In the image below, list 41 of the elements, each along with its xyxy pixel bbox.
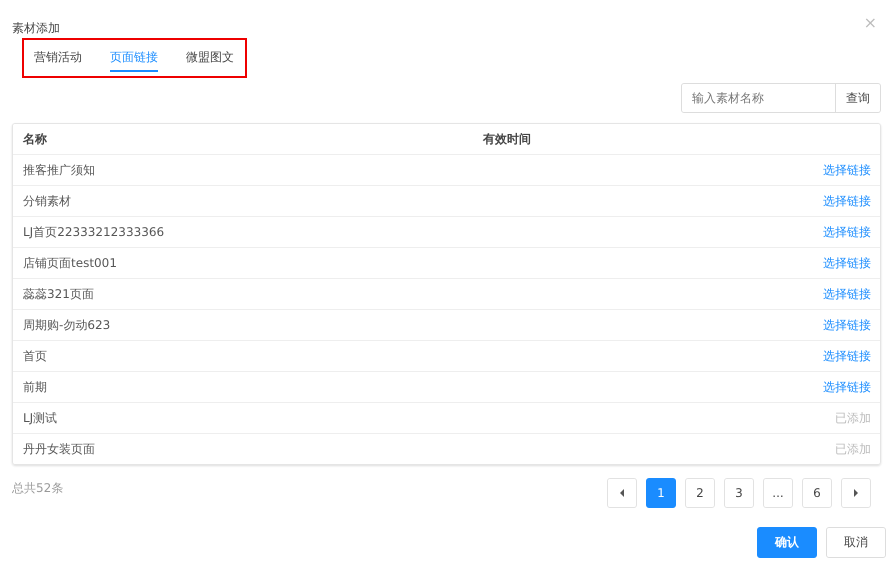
confirm-button[interactable]: 确认 — [757, 527, 817, 558]
tab[interactable]: 营销活动 — [34, 44, 82, 72]
search-button[interactable]: 查询 — [836, 83, 881, 113]
cancel-button[interactable]: 取消 — [826, 527, 886, 558]
table-cell-text: 店铺页面test001 — [23, 254, 118, 272]
page-button[interactable]: 2 — [685, 478, 715, 508]
select-link[interactable]: 选择链接 — [823, 378, 871, 396]
column-header: 名称 — [23, 130, 48, 148]
next-page-button[interactable] — [841, 478, 871, 508]
previous-page-button[interactable] — [607, 478, 637, 508]
table-cell-text: 推客推广须知 — [23, 162, 96, 178]
table-cell-text: 前期 — [23, 378, 48, 396]
table-cell-text: 首页 — [23, 348, 48, 364]
select-link[interactable]: 选择链接 — [823, 316, 871, 334]
table-cell-text: LJ测试 — [23, 410, 58, 426]
table-cell-text: 丹丹女装页面 — [23, 440, 96, 458]
table-cell-text: LJ首页22333212333366 — [23, 224, 166, 240]
table-cell-text: 分销素材 — [23, 192, 72, 210]
total-count: 总共52条 — [12, 480, 64, 497]
added-label: 已添加 — [835, 410, 871, 426]
tab[interactable]: 微盟图文 — [186, 44, 234, 72]
select-link[interactable]: 选择链接 — [823, 224, 871, 240]
page-button[interactable]: 6 — [802, 478, 832, 508]
search-field[interactable]: 输入素材名称 — [681, 83, 836, 113]
select-link[interactable]: 选择链接 — [823, 192, 871, 210]
tab[interactable]: 页面链接 — [110, 44, 158, 72]
added-label: 已添加 — [835, 440, 871, 458]
page-button[interactable]: ... — [763, 478, 793, 508]
right-triangle-icon — [853, 489, 859, 497]
select-link[interactable]: 选择链接 — [823, 348, 871, 364]
close-button[interactable]: × — [864, 12, 877, 32]
column-header: 有效时间 — [483, 130, 532, 148]
table-cell-text: 周期购-勿动623 — [23, 316, 112, 334]
left-triangle-icon — [619, 489, 625, 497]
select-link[interactable]: 选择链接 — [823, 254, 871, 272]
dialog-title: 素材添加 — [12, 20, 60, 36]
page-button[interactable]: 1 — [646, 478, 676, 508]
table-cell-text: 蕊蕊321页面 — [23, 286, 95, 302]
select-link[interactable]: 选择链接 — [823, 286, 871, 302]
select-link[interactable]: 选择链接 — [823, 162, 871, 178]
page-button[interactable]: 3 — [724, 478, 754, 508]
